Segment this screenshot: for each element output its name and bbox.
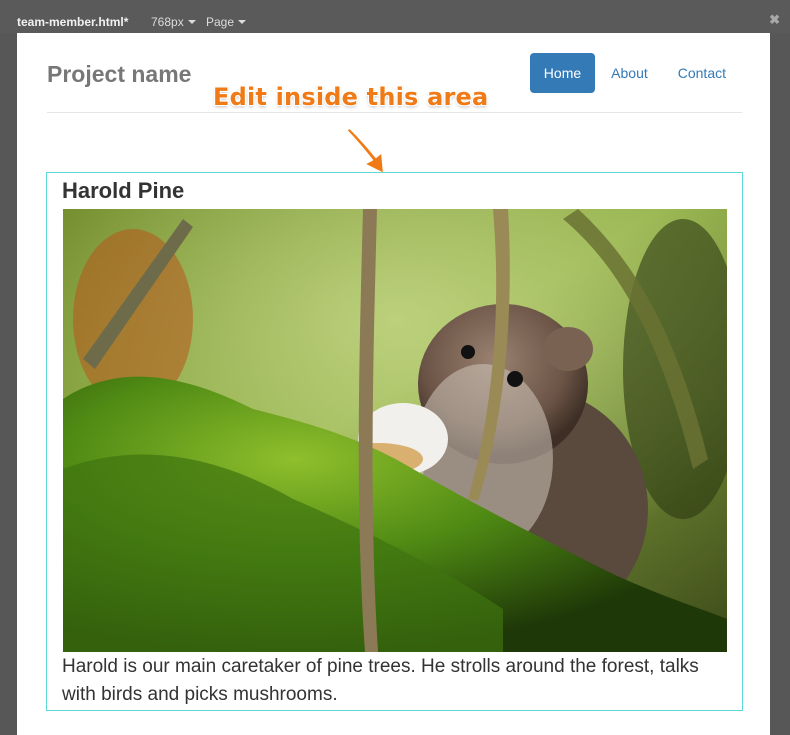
- viewport-width-label: 768px: [151, 15, 184, 29]
- nav-about[interactable]: About: [597, 53, 662, 93]
- caret-down-icon: [187, 20, 196, 24]
- caret-down-icon: [238, 20, 247, 24]
- header-divider: [47, 112, 742, 113]
- page-canvas: Project name Home About Contact Edit insid…: [17, 33, 770, 735]
- member-photo[interactable]: [63, 209, 727, 652]
- page-dropdown[interactable]: Page: [206, 15, 247, 29]
- nav-contact[interactable]: Contact: [664, 53, 740, 93]
- navbar-nav: Home About Contact: [528, 53, 740, 93]
- nav-home[interactable]: Home: [529, 53, 596, 93]
- member-name[interactable]: Harold Pine: [62, 178, 184, 204]
- editable-region[interactable]: Harold Pine Harold is our main caretaker…: [46, 172, 743, 711]
- viewport-width-dropdown[interactable]: 768px: [151, 15, 196, 29]
- edit-hint-callout: Edit inside this area: [213, 83, 489, 111]
- file-name: team-member.html*: [17, 15, 129, 29]
- member-bio[interactable]: Harold is our main caretaker of pine tre…: [62, 653, 727, 709]
- navbar-brand[interactable]: Project name: [47, 61, 191, 88]
- close-icon[interactable]: ✖: [769, 12, 780, 28]
- arrow-down-icon: [345, 127, 385, 175]
- page-label: Page: [206, 15, 235, 29]
- mouse-in-moss-photo-icon: [63, 209, 727, 652]
- editor-toolbar: team-member.html* 768px Page ✖: [0, 0, 790, 33]
